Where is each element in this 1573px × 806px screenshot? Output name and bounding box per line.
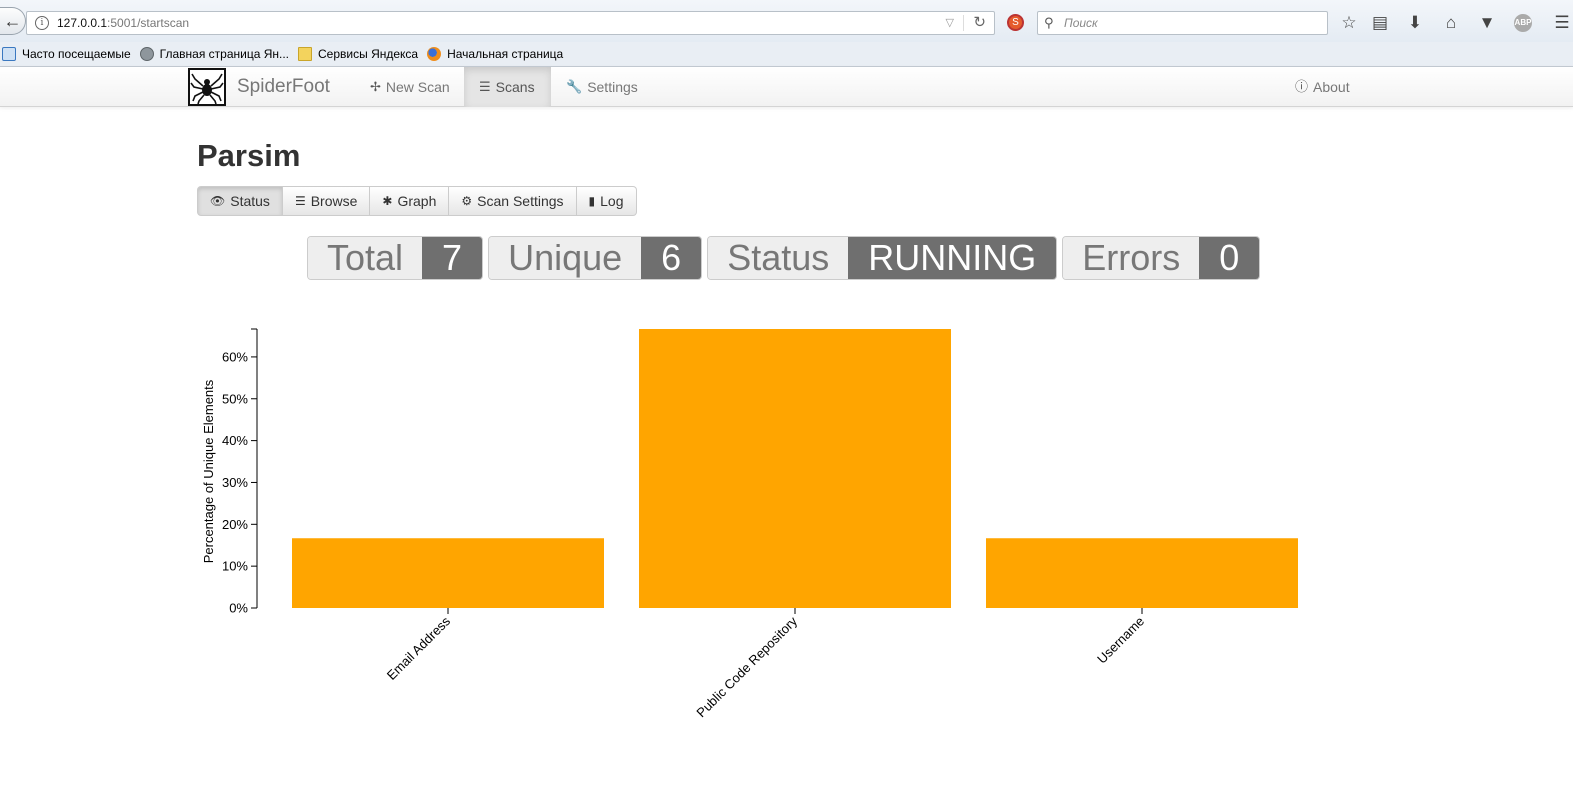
bookmark-start-page[interactable]: Начальная страница [427,47,563,61]
bookmark-label: Начальная страница [447,47,564,61]
bookmark-label: Часто посещаемые [22,47,131,61]
y-tick-label: 60% [222,349,248,364]
info-icon: ⓘ [1295,79,1309,94]
tab-label: Scan Settings [477,193,564,209]
eye-icon: 👁 [210,194,226,208]
search-input[interactable]: ⚲ Поиск [1037,11,1328,35]
url-dropdown-icon[interactable]: ▽ [946,12,954,34]
stat-label: Total [308,237,423,279]
nav-label: Scans [495,79,535,95]
bar [292,538,604,608]
globe-icon [139,47,154,61]
stat-value: 0 [1199,237,1260,279]
bookmark-label: Главная страница Ян... [159,47,290,61]
browser-toolbar: ← i 127.0.0.1:5001/startscan ▽ ↻ S ⚲ Пои… [0,0,1573,42]
folder-icon [298,47,313,61]
stat-unique: Unique 6 [488,236,703,280]
tab-label: Browse [310,193,358,209]
stat-value: 6 [641,237,702,279]
url-host: 127.0.0.1 [57,16,108,30]
bookmark-yandex-services[interactable]: Сервисы Яндекса [298,47,418,61]
back-button[interactable]: ← [0,7,26,35]
tab-graph[interactable]: ✱ Graph [370,186,450,216]
nav-scans[interactable]: ☰ Scans [464,67,551,107]
tab-label: Log [600,193,624,209]
stat-total: Total 7 [307,236,484,280]
bookmark-yandex-home[interactable]: Главная страница Ян... [139,47,290,61]
unique-elements-bar-chart: 0% 10% 20% 30% 40% 50% 60% Percentage of Unique… [201,328,1298,720]
tab-status[interactable]: 👁 Status [197,186,283,216]
x-tick-label: Email Address [384,613,454,683]
stat-status: Status RUNNING [707,236,1058,280]
bar [639,329,951,608]
bookmarks-bar: Часто посещаемые Главная страница Ян... … [0,42,1573,67]
book-icon: ▮ [588,194,596,208]
firefox-icon [427,47,442,61]
nav-label: Settings [587,79,638,95]
scan-tab-group: 👁 Status ☰ Browse ✱ Graph ⚙ Scan Setting… [197,186,637,216]
nav-about[interactable]: ⓘ About [1280,67,1365,107]
asterisk-icon: ✱ [382,194,393,208]
bookmark-star-icon[interactable]: ☆ [1338,12,1360,34]
apps-icon [2,47,16,61]
y-tick-label: 40% [222,433,248,448]
url-separator [963,15,964,31]
y-tick-label: 30% [222,475,248,490]
nav-settings[interactable]: 🔧 Settings [551,67,653,107]
spiderfoot-logo[interactable] [188,68,226,106]
home-icon[interactable]: ⌂ [1440,12,1462,34]
bookmark-most-visited[interactable]: Часто посещаемые [2,47,131,61]
reload-icon[interactable]: ↻ [973,12,986,34]
tab-label: Status [230,193,270,209]
url-bar[interactable]: i 127.0.0.1:5001/startscan ▽ ↻ [26,11,995,35]
cog-icon: ⚙ [461,194,473,208]
wrench-icon: 🔧 [566,79,583,94]
stat-label: Errors [1063,237,1200,279]
stat-value: RUNNING [848,237,1057,279]
y-tick-label: 10% [222,559,248,574]
stat-label: Unique [489,237,642,279]
tab-label: Graph [397,193,437,209]
y-axis-label: Percentage of Unique Elements [201,379,216,563]
spider-icon [190,73,224,105]
back-arrow-icon: ← [3,10,22,31]
nav-label: New Scan [385,79,450,95]
stat-value: 7 [422,237,483,279]
app-navbar: SpiderFoot ✢ New Scan ☰ Scans 🔧 Settings… [0,67,1573,107]
stat-errors: Errors 0 [1062,236,1261,280]
scan-stats: Total 7 Unique 6 Status RUNNING Errors 0 [307,236,1265,280]
x-tick-label: Public Code Repository [693,613,800,720]
search-icon: ⚲ [1044,15,1054,30]
stat-label: Status [708,237,849,279]
site-info-icon[interactable]: i [35,16,49,30]
tab-log[interactable]: ▮ Log [576,186,637,216]
list-icon: ☰ [294,194,306,208]
y-tick-label: 0% [229,601,248,616]
noscript-icon[interactable]: S [1007,14,1024,31]
crosshair-icon: ✢ [370,79,381,94]
nav-new-scan[interactable]: ✢ New Scan [355,67,465,107]
tab-scan-settings[interactable]: ⚙ Scan Settings [449,186,577,216]
nav-label: About [1313,79,1350,95]
pocket-icon[interactable]: ▼ [1476,12,1498,34]
search-placeholder: Поиск [1064,16,1098,30]
brand-name[interactable]: SpiderFoot [237,67,330,107]
bookmark-label: Сервисы Яндекса [318,47,419,61]
y-tick-label: 50% [222,391,248,406]
scan-title: Parsim [197,138,301,173]
list-icon: ☰ [479,79,491,94]
adblock-icon[interactable]: ABP [1514,14,1532,32]
x-tick-label: Username [1094,614,1147,667]
download-icon[interactable]: ⬇ [1404,12,1426,34]
url-path: :5001/startscan [107,16,190,30]
y-tick-label: 20% [222,517,248,532]
bar [986,538,1298,608]
bookmarks-list-icon[interactable]: ▤ [1369,12,1391,34]
tab-browse[interactable]: ☰ Browse [282,186,371,216]
menu-icon[interactable]: ☰ [1551,12,1573,34]
